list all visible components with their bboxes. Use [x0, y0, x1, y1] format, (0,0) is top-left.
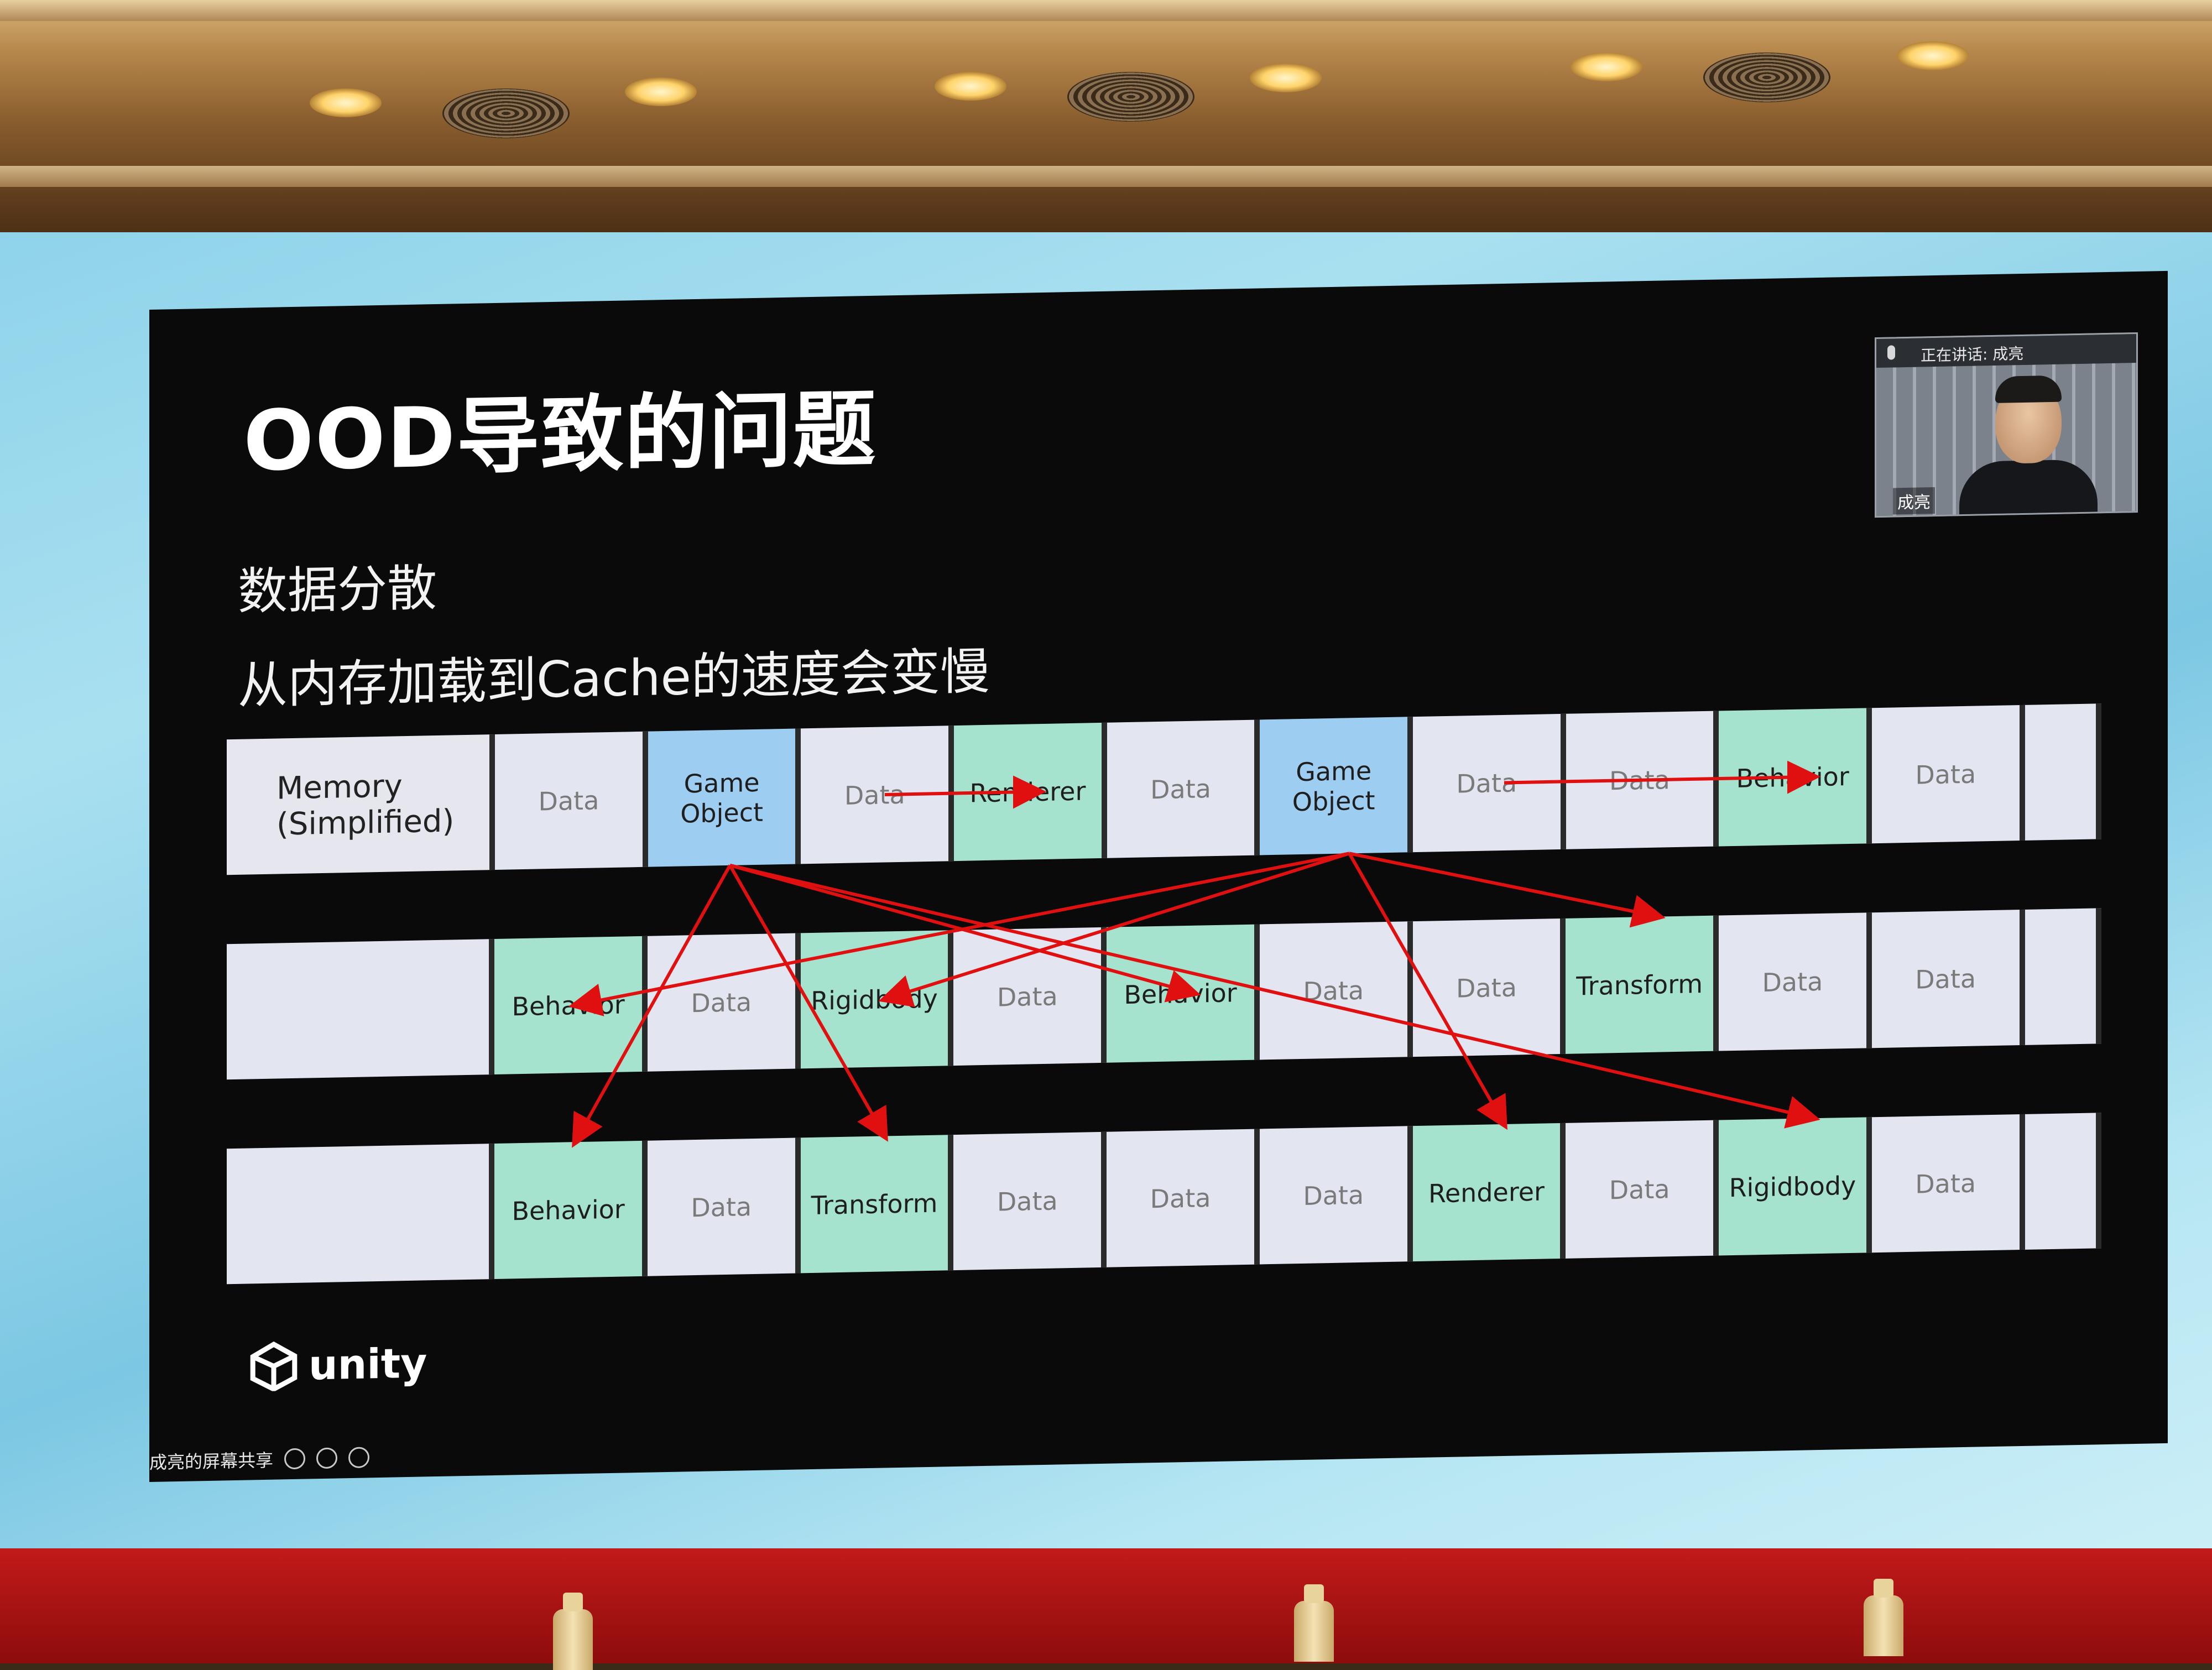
slide-bullet: 数据分散: [238, 559, 437, 621]
memory-cell-data: Data: [1412, 918, 1566, 1057]
speaker-body: [1959, 459, 2098, 515]
video-off-icon[interactable]: [316, 1447, 338, 1469]
empty-cell: [2025, 1113, 2101, 1250]
empty-cell: [2025, 703, 2101, 841]
unity-cube-icon: [250, 1341, 298, 1392]
slide-title: OOD导致的问题: [243, 381, 877, 490]
water-bottle: [1294, 1584, 1334, 1662]
zoom-icon[interactable]: [284, 1448, 306, 1470]
ceiling-light: [1897, 41, 1969, 70]
memory-cell-game-object: Game Object: [648, 728, 801, 867]
speaking-caption: 正在讲话: 成亮: [1921, 344, 2024, 365]
more-icon[interactable]: [348, 1447, 370, 1469]
memory-cell-data: Data: [953, 1131, 1107, 1271]
ceiling-light: [935, 72, 1006, 101]
memory-cell-behavior: Behavior: [494, 936, 648, 1075]
ceiling-vent: [1703, 53, 1830, 102]
empty-cell: [227, 1144, 495, 1285]
ceiling-light: [1571, 53, 1642, 81]
memory-cell-game-object: Game Object: [1260, 717, 1413, 855]
memory-cell-behavior: Behavior: [1719, 708, 1872, 847]
ceiling-light: [625, 77, 697, 106]
unity-logo: unity: [249, 1338, 427, 1392]
memory-cell-rigidbody: Rigidbody: [800, 930, 954, 1069]
memory-cell-data: Data: [1259, 921, 1413, 1060]
memory-cell-transform: Transform: [800, 1135, 954, 1274]
memory-cell-data: Data: [1413, 713, 1566, 853]
ceiling-light: [1250, 64, 1322, 92]
ceiling: [0, 0, 2212, 265]
memory-label: Memory (Simplified): [227, 734, 495, 875]
pointer-arrow: [1349, 852, 1666, 928]
memory-cell-data: Data: [801, 726, 954, 864]
memory-cell-data: Data: [495, 731, 648, 870]
ceiling-vent: [442, 88, 570, 138]
memory-cell-data: Data: [1107, 1129, 1260, 1267]
screen-share-label: 成亮的屏幕共享: [149, 1449, 274, 1473]
memory-cell-rigidbody: Rigidbody: [1719, 1117, 1872, 1256]
memory-cell-data: Data: [1566, 1120, 1719, 1259]
memory-cell-transform: Transform: [1566, 915, 1719, 1054]
memory-row: Behavior Data Transform Data Data Data Rendere…: [227, 1113, 2101, 1285]
memory-cell-behavior: Behavior: [494, 1140, 648, 1280]
unity-wordmark: unity: [309, 1339, 427, 1390]
memory-cell-behavior: Behavior: [1107, 924, 1260, 1063]
empty-cell: [2025, 908, 2101, 1045]
memory-cell-data: Data: [1871, 704, 2025, 844]
presentation-slide: OOD导致的问题 数据分散 从内存加载到Cache的速度会变慢 Memory (…: [149, 270, 2168, 1482]
speaker-video[interactable]: 正在讲话: 成亮 成亮: [1875, 332, 2138, 518]
memory-cell-data: Data: [647, 933, 801, 1072]
memory-cell-data: Data: [1566, 711, 1719, 849]
memory-cell-data: Data: [1719, 912, 1872, 1051]
slide-bullet: 从内存加载到Cache的速度会变慢: [238, 642, 990, 715]
ceiling-vent: [1067, 72, 1194, 122]
memory-cell-data: Data: [1871, 1114, 2025, 1253]
memory-cell-data: Data: [647, 1137, 801, 1276]
ceiling-light: [310, 88, 382, 117]
memory-cell-data: Data: [1259, 1126, 1413, 1265]
stage-table: [0, 1548, 2212, 1670]
speaker-hair: [1995, 375, 2062, 403]
water-bottle: [1864, 1579, 1903, 1656]
water-bottle: [553, 1593, 593, 1670]
memory-row: Memory (Simplified) Data Game Object Data Re…: [227, 703, 2101, 875]
memory-cell-renderer: Renderer: [1412, 1123, 1566, 1262]
participant-name: 成亮: [1893, 487, 1935, 515]
memory-cell-data: Data: [953, 927, 1107, 1066]
memory-cell-data: Data: [1107, 719, 1260, 858]
ceiling-molding: [0, 166, 2212, 187]
memory-cell-data: Data: [1871, 909, 2025, 1048]
memory-cell-renderer: Renderer: [954, 722, 1107, 862]
meeting-toolbar: 成亮的屏幕共享: [149, 1444, 370, 1474]
empty-cell: [227, 939, 495, 1080]
ceiling-molding: [0, 0, 2212, 21]
microphone-icon: [1887, 345, 1895, 360]
video-header: 正在讲话: 成亮: [1876, 334, 2136, 368]
memory-row: Behavior Data Rigidbody Data Behavior Data Dat…: [227, 908, 2101, 1080]
